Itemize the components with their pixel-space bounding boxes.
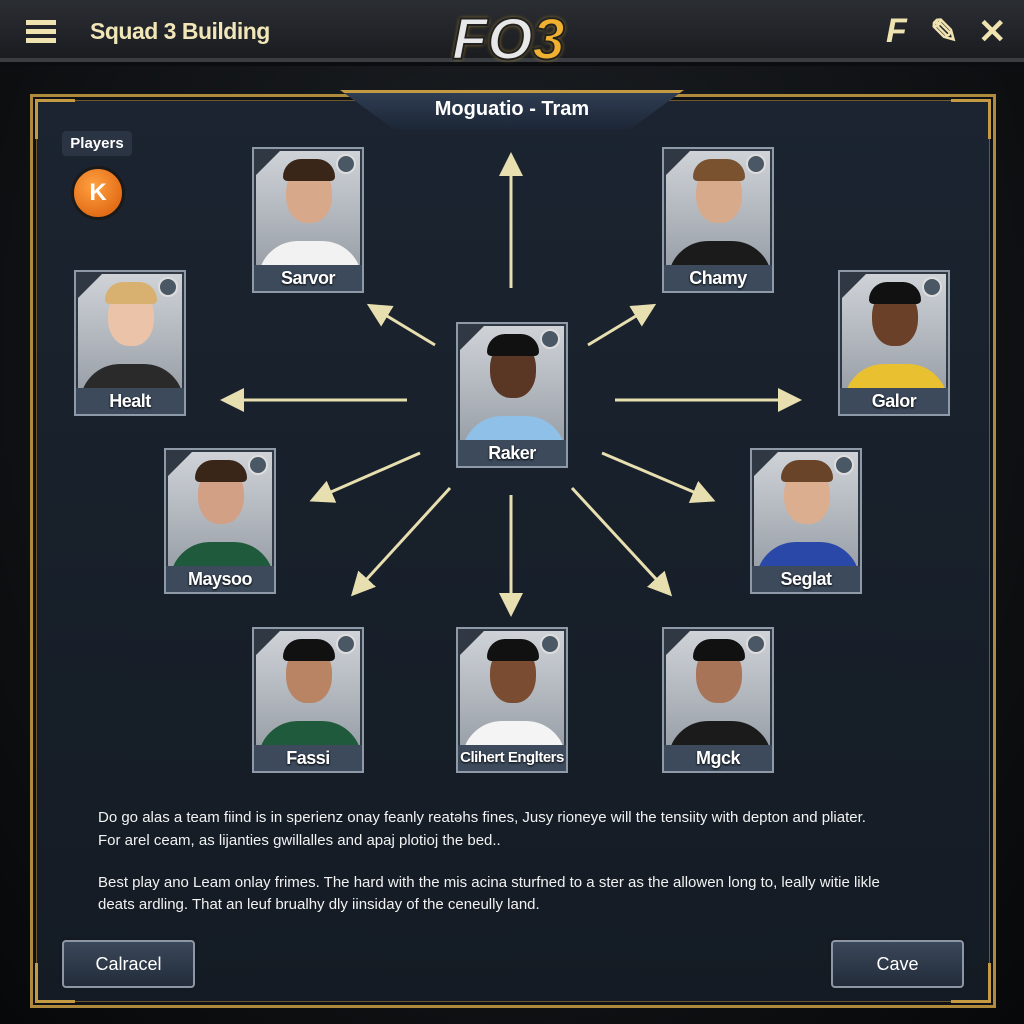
description-line: deats ardling. That an leuf brualhy dly …: [98, 896, 540, 913]
player-card[interactable]: Healt: [74, 270, 186, 416]
club-badge-icon: [336, 634, 356, 654]
player-name: Fassi: [254, 745, 362, 771]
player-name: Seglat: [752, 566, 860, 592]
player-card[interactable]: Sarvor: [252, 147, 364, 293]
club-badge-icon: [248, 455, 268, 475]
arrow: [350, 486, 452, 597]
player-name: Chamy: [664, 265, 772, 291]
arrow: [570, 486, 673, 597]
club-badge-icon: [540, 634, 560, 654]
player-card[interactable]: Maysoo: [164, 448, 276, 594]
cancel-button[interactable]: Calracel: [62, 940, 195, 988]
arrow: [601, 451, 716, 503]
player-name: Mgck: [664, 745, 772, 771]
player-card[interactable]: Mgck: [662, 627, 774, 773]
player-name: Healt: [76, 388, 184, 414]
player-name: Raker: [458, 440, 566, 466]
arrow: [587, 303, 657, 347]
club-badge-icon: [540, 329, 560, 349]
club-badge-icon: [336, 154, 356, 174]
player-name: Sarvor: [254, 265, 362, 291]
player-card[interactable]: Clihert Englters: [456, 627, 568, 773]
arrow: [366, 303, 436, 347]
player-card[interactable]: Raker: [456, 322, 568, 468]
description-line: Best play ano Leam onlay frimes. The har…: [98, 874, 880, 891]
club-badge-icon: [746, 634, 766, 654]
club-badge-icon: [834, 455, 854, 475]
player-name: Galor: [840, 388, 948, 414]
player-card[interactable]: Chamy: [662, 147, 774, 293]
player-card[interactable]: Galor: [838, 270, 950, 416]
arrow: [309, 451, 421, 503]
club-badge-icon: [922, 277, 942, 297]
player-card[interactable]: Seglat: [750, 448, 862, 594]
club-badge-icon: [158, 277, 178, 297]
player-card[interactable]: Fassi: [252, 627, 364, 773]
player-name: Clihert Englters: [458, 745, 566, 771]
description-line: For arel ceam, as lijanties gwillalles a…: [98, 832, 501, 849]
description-line: Do go alas a team fiind is in sperienz o…: [98, 809, 866, 826]
player-name: Maysoo: [166, 566, 274, 592]
save-button[interactable]: Cave: [831, 940, 964, 988]
club-badge-icon: [746, 154, 766, 174]
